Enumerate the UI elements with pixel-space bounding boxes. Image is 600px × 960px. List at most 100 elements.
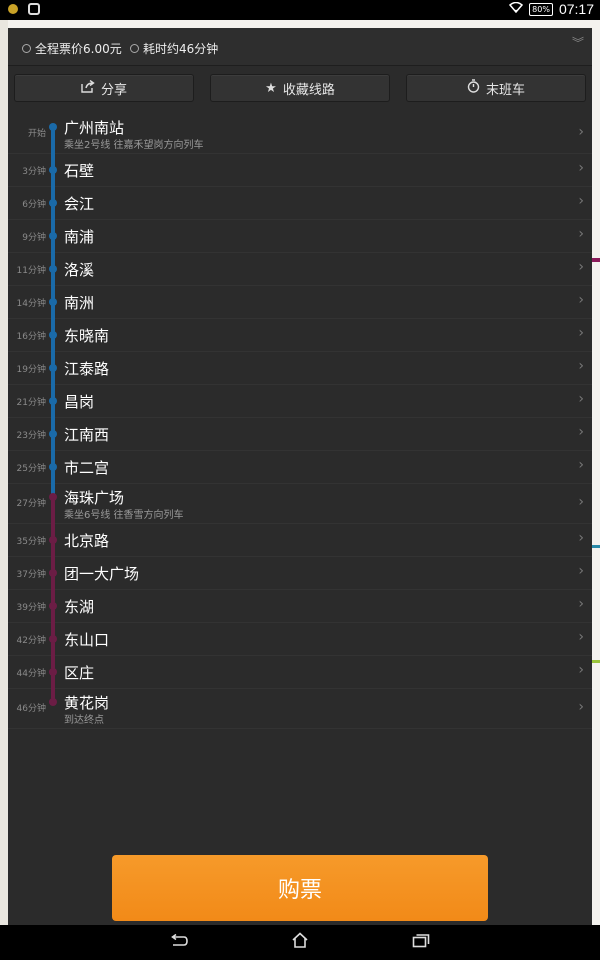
station-time: 39分钟 [16, 603, 46, 613]
station-row[interactable]: 23分钟 江南西 › [8, 418, 592, 451]
station-dot [49, 265, 57, 273]
home-icon[interactable] [291, 932, 309, 953]
chevron-right-icon: › [578, 494, 584, 510]
chevron-right-icon: › [578, 629, 584, 645]
station-time: 6分钟 [22, 200, 46, 210]
buy-ticket-button[interactable]: 购票 [112, 855, 488, 921]
station-row[interactable]: 9分钟 南浦 › [8, 220, 592, 253]
map-edge-left [0, 20, 8, 925]
app-notification-icon [28, 3, 40, 15]
last-train-label: 末班车 [485, 82, 525, 98]
station-name: 南浦 [64, 228, 95, 246]
station-time: 23分钟 [16, 431, 46, 441]
station-name: 团一大广场 [64, 565, 140, 583]
station-row[interactable]: 21分钟 昌岗 › [8, 385, 592, 418]
station-dot [49, 199, 57, 207]
map-line-segment [592, 660, 600, 663]
route-summary: 全程票价6.00元 耗时约46分钟 ︾ [8, 28, 592, 66]
duration-text: 耗时约46分钟 [143, 42, 219, 56]
chevron-right-icon: › [578, 358, 584, 374]
favorite-route-button[interactable]: ★ 收藏线路 [210, 74, 390, 102]
station-dot [49, 602, 57, 610]
share-button[interactable]: 分享 [14, 74, 194, 102]
station-name: 市二宫 [64, 459, 110, 477]
map-line-segment [592, 545, 600, 548]
station-row[interactable]: 11分钟 洛溪 › [8, 253, 592, 286]
station-dot [49, 668, 57, 676]
navigation-bar [0, 925, 600, 960]
station-time: 开始 [27, 129, 46, 139]
station-row[interactable]: 19分钟 江泰路 › [8, 352, 592, 385]
status-bar: 80% 07:17 [0, 0, 600, 20]
station-dot [49, 463, 57, 471]
station-dot [49, 635, 57, 643]
station-time: 14分钟 [16, 299, 46, 309]
notification-dot-icon [8, 4, 18, 14]
clock-icon [130, 44, 139, 53]
station-time: 46分钟 [16, 704, 46, 714]
station-name: 石壁 [64, 162, 95, 180]
station-name: 江泰路 [64, 360, 110, 378]
duration-info: 耗时约46分钟 [130, 40, 218, 57]
station-name: 黄花岗 [64, 694, 110, 712]
station-row[interactable]: 35分钟 北京路 › [8, 524, 592, 557]
station-name: 昌岗 [64, 393, 95, 411]
share-icon [81, 79, 95, 97]
station-row[interactable]: 27分钟 海珠广场乘坐6号线 往香雪方向列车 › [8, 484, 592, 524]
station-dot [49, 298, 57, 306]
back-icon[interactable] [170, 932, 188, 953]
station-time: 3分钟 [22, 167, 46, 177]
station-name: 广州南站 [64, 119, 125, 137]
chevron-right-icon: › [578, 160, 584, 176]
station-row[interactable]: 42分钟 东山口 › [8, 623, 592, 656]
station-name: 北京路 [64, 532, 110, 550]
fare-icon [22, 44, 31, 53]
recent-apps-icon[interactable] [412, 932, 430, 953]
wifi-icon [509, 1, 524, 16]
station-name: 南洲 [64, 294, 95, 312]
station-dot [49, 364, 57, 372]
station-row[interactable]: 开始 广州南站 乘坐2号线 往嘉禾望岗方向列车 › [8, 114, 592, 154]
station-row[interactable]: 16分钟 东晓南 › [8, 319, 592, 352]
station-name: 东湖 [64, 598, 95, 616]
station-time: 35分钟 [16, 537, 46, 547]
chevron-right-icon: › [578, 596, 584, 612]
station-note: 乘坐6号线 往香雪方向列车 [64, 510, 184, 521]
station-row[interactable]: 6分钟 会江 › [8, 187, 592, 220]
battery-indicator: 80% [529, 2, 553, 16]
station-dot [49, 397, 57, 405]
chevron-right-icon: › [578, 292, 584, 308]
last-train-button[interactable]: 末班车 [406, 74, 586, 102]
station-time: 21分钟 [16, 398, 46, 408]
station-row[interactable]: 39分钟 东湖 › [8, 590, 592, 623]
station-time: 27分钟 [16, 499, 46, 509]
chevron-right-icon: › [578, 325, 584, 341]
station-note: 乘坐2号线 往嘉禾望岗方向列车 [64, 140, 204, 151]
chevron-right-icon: › [578, 563, 584, 579]
station-dot [49, 232, 57, 240]
station-row[interactable]: 37分钟 团一大广场 › [8, 557, 592, 590]
station-row[interactable]: 25分钟 市二宫 › [8, 451, 592, 484]
station-row[interactable]: 44分钟 区庄 › [8, 656, 592, 689]
station-row[interactable]: 46分钟 黄花岗 到达终点 › [8, 689, 592, 729]
station-row[interactable]: 14分钟 南洲 › [8, 286, 592, 319]
chevron-right-icon: › [578, 457, 584, 473]
station-dot [49, 166, 57, 174]
station-dot [49, 698, 57, 706]
chevron-right-icon: › [578, 424, 584, 440]
station-time: 42分钟 [16, 636, 46, 646]
station-time: 19分钟 [16, 365, 46, 375]
station-name: 海珠广场 [64, 489, 125, 507]
station-name: 江南西 [64, 426, 110, 444]
fare-text: 全程票价6.00元 [35, 42, 122, 56]
stopwatch-icon [467, 79, 480, 97]
map-line-segment [592, 258, 600, 262]
chevron-right-icon: › [578, 226, 584, 242]
chevron-right-icon: › [578, 259, 584, 275]
station-dot [49, 536, 57, 544]
station-row[interactable]: 3分钟 石壁 › [8, 154, 592, 187]
share-label: 分享 [100, 82, 127, 98]
station-dot [49, 123, 57, 131]
collapse-icon[interactable]: ︾ [572, 37, 584, 49]
status-indicators: 80% 07:17 [509, 1, 594, 17]
